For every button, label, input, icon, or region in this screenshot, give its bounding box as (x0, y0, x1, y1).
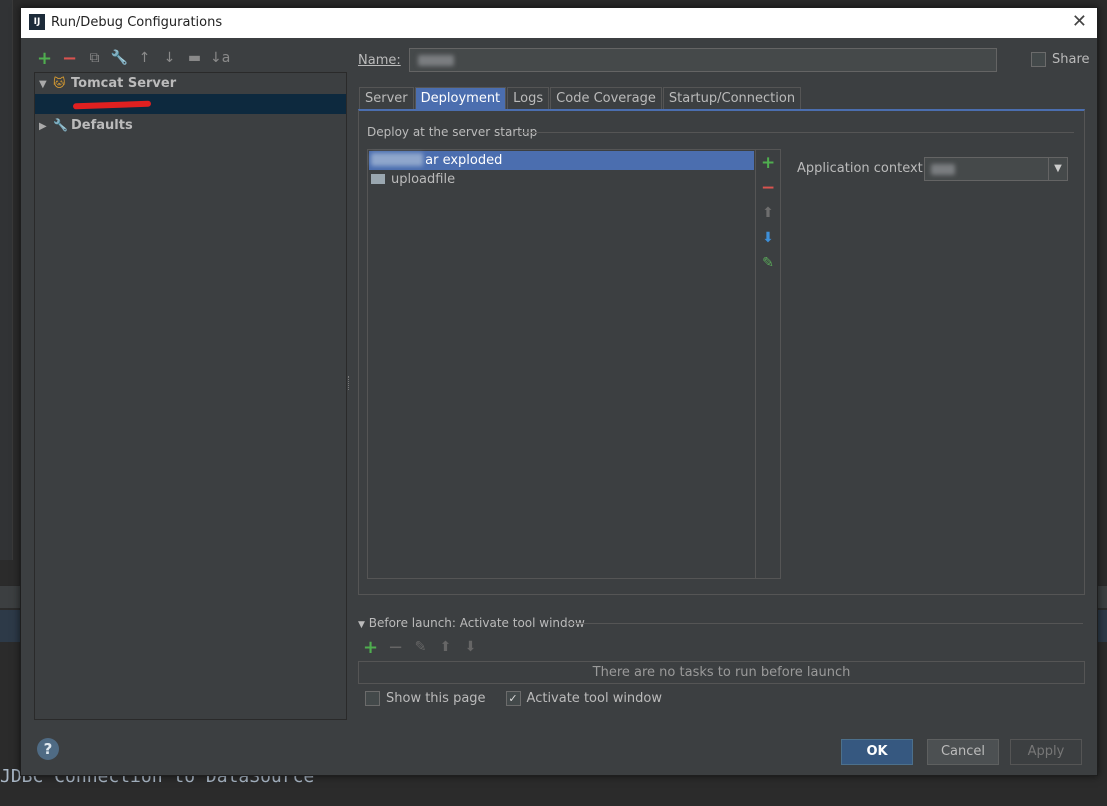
artifact-label: ar exploded (425, 153, 503, 168)
config-toolbar: + − ⧉ 🔧 ↑ ↓ ▬ ↓a (35, 48, 230, 68)
edit-defaults-icon[interactable]: 🔧 (110, 49, 129, 68)
remove-task-icon[interactable]: − (386, 638, 405, 657)
tab-startup-connection[interactable]: Startup/Connection (662, 87, 802, 110)
intellij-app-icon: IJ (29, 14, 45, 30)
copy-configuration-icon[interactable]: ⧉ (85, 49, 104, 68)
share-option[interactable]: Share (1031, 52, 1090, 67)
activate-tool-window-option[interactable]: ✓ Activate tool window (505, 691, 663, 706)
blurred-name-value (418, 55, 454, 66)
blurred-artifact-name (371, 153, 423, 166)
chevron-down-icon[interactable]: ▼ (1048, 158, 1067, 180)
cancel-button[interactable]: Cancel (927, 739, 999, 765)
tree-item-label: Tomcat Server (71, 76, 177, 91)
config-tabs: Server Deployment Logs Code Coverage Sta… (359, 87, 802, 110)
list-item[interactable]: uploadfile (369, 170, 754, 189)
tab-logs[interactable]: Logs (507, 87, 550, 110)
deployment-list[interactable]: ar exploded uploadfile (367, 149, 756, 579)
folder-icon[interactable]: ▬ (185, 49, 204, 68)
blurred-context-value (931, 164, 955, 175)
run-debug-dialog: IJ Run/Debug Configurations ✕ + − ⧉ 🔧 ↑ … (20, 7, 1098, 776)
sort-icon[interactable]: ↓a (210, 49, 230, 68)
before-launch-title[interactable]: ▼ Before launch: Activate tool window (358, 616, 585, 630)
before-launch-label: Before launch: Activate tool window (368, 616, 585, 630)
folder-icon (371, 174, 385, 184)
ok-button[interactable]: OK (841, 739, 913, 765)
collapse-arrow-icon[interactable]: ▼ (358, 620, 365, 630)
dialog-titlebar: IJ Run/Debug Configurations ✕ (21, 8, 1097, 38)
move-up-icon[interactable]: ⬆ (436, 638, 455, 657)
show-this-page-label: Show this page (386, 691, 486, 706)
launch-options: Show this page ✓ Activate tool window (365, 691, 662, 706)
application-context-label: Application context: (797, 161, 928, 176)
tomcat-icon: 🐱 (53, 76, 66, 90)
tab-server[interactable]: Server (359, 87, 414, 110)
tree-item-tomcat-server[interactable]: ▼ 🐱 Tomcat Server (39, 73, 176, 93)
wrench-icon: 🔧 (53, 118, 68, 132)
move-down-icon[interactable]: ↓ (160, 49, 179, 68)
show-this-page-option[interactable]: Show this page (365, 691, 486, 706)
edit-pencil-icon[interactable]: ✎ (761, 256, 775, 270)
activate-tool-window-checkbox[interactable]: ✓ (505, 691, 521, 706)
add-artifact-icon[interactable]: + (761, 155, 775, 172)
deployment-panel: Deploy at the server startup ar exploded… (358, 109, 1085, 595)
editor-gutter (0, 0, 13, 560)
share-checkbox[interactable] (1031, 52, 1046, 67)
move-down-icon[interactable]: ⬇ (461, 638, 480, 657)
group-divider (519, 132, 1074, 133)
tree-item-defaults[interactable]: ▶ 🔧 Defaults (39, 115, 133, 135)
show-this-page-checkbox[interactable] (365, 691, 380, 706)
close-icon[interactable]: ✕ (1072, 11, 1087, 32)
before-launch-toolbar: + − ✎ ⬆ ⬇ (361, 638, 480, 657)
artifact-label: uploadfile (391, 172, 456, 187)
tab-deployment[interactable]: Deployment (414, 87, 507, 110)
before-launch-task-list[interactable]: There are no tasks to run before launch (358, 661, 1085, 684)
deployment-list-toolbar: + − ⬆ ⬇ ✎ (755, 149, 781, 579)
remove-configuration-icon[interactable]: − (60, 49, 79, 68)
application-context-combo[interactable]: ▼ (924, 157, 1068, 181)
remove-artifact-icon[interactable]: − (761, 180, 775, 197)
collapsed-arrow-icon[interactable]: ▶ (39, 117, 53, 137)
move-down-icon[interactable]: ⬇ (761, 231, 775, 245)
configuration-tree[interactable]: ▼ 🐱 Tomcat Server ▶ 🔧 Defaults (34, 72, 347, 720)
panel-splitter-handle[interactable] (348, 376, 351, 390)
edit-task-icon[interactable]: ✎ (411, 638, 430, 657)
tab-code-coverage[interactable]: Code Coverage (550, 87, 662, 110)
expanded-arrow-icon[interactable]: ▼ (39, 75, 53, 95)
tree-item-selected-config[interactable] (35, 94, 346, 114)
apply-button[interactable]: Apply (1010, 739, 1082, 765)
move-up-icon[interactable]: ⬆ (761, 206, 775, 220)
name-label: Name: (358, 53, 401, 68)
dialog-title: Run/Debug Configurations (51, 15, 223, 30)
add-configuration-icon[interactable]: + (35, 49, 54, 68)
deploy-group-title: Deploy at the server startup (367, 125, 538, 139)
add-task-icon[interactable]: + (361, 638, 380, 657)
share-label: Share (1052, 52, 1090, 67)
help-icon[interactable]: ? (37, 738, 59, 760)
move-up-icon[interactable]: ↑ (135, 49, 154, 68)
name-input[interactable] (409, 48, 997, 72)
activate-tool-window-label: Activate tool window (526, 691, 663, 706)
tree-item-label: Defaults (71, 118, 133, 133)
group-divider (568, 623, 1083, 624)
name-label-text: Name: (358, 53, 401, 68)
list-item[interactable]: ar exploded (369, 151, 754, 170)
redacted-config-name (72, 100, 152, 110)
